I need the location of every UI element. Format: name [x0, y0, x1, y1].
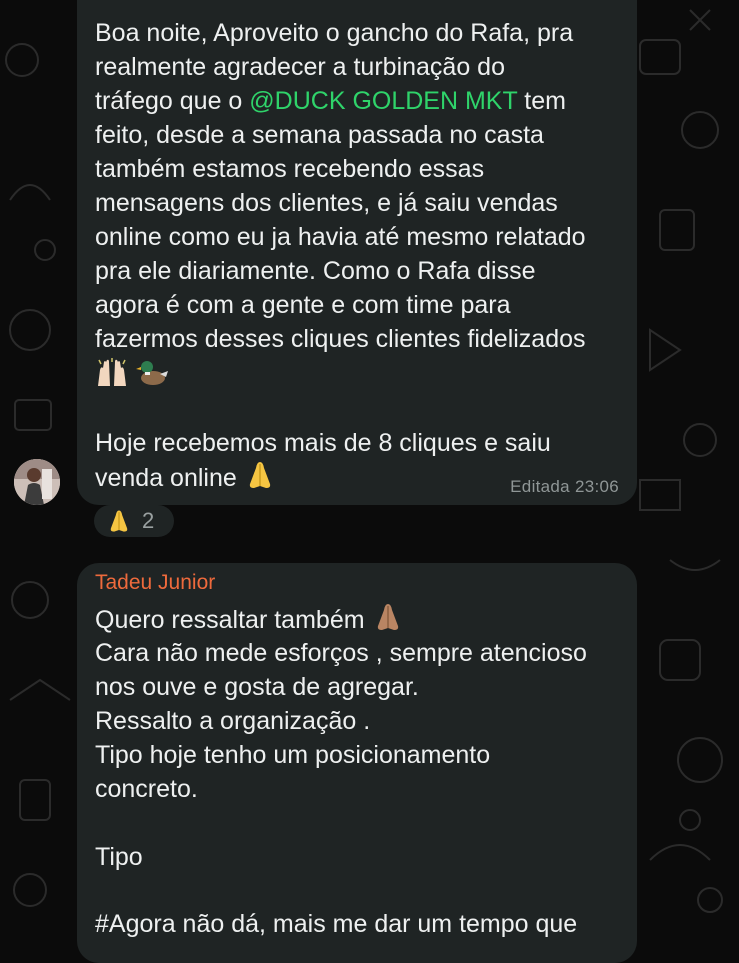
message-text-line: tráfego que o @DUCK GOLDEN MKT tem [95, 87, 566, 115]
message-text-line: realmente agradecer a turbinação do [95, 53, 505, 81]
message-text-line: Ressalto a organização . [95, 707, 371, 735]
message-bubble-incoming[interactable]: Tadeu Junior Quero ressaltar também Cara… [77, 563, 637, 963]
raising-hands-emoji-icon [98, 358, 126, 386]
message-bubble-incoming[interactable]: Boa noite, Aproveito o gancho do Rafa, p… [77, 0, 637, 505]
message-text-line: mensagens dos clientes, e já saiu vendas [95, 189, 558, 217]
message-text-line: Tipo [95, 843, 143, 871]
message-text-line: feito, desde a semana passada no casta [95, 121, 544, 149]
message-text-line: concreto. [95, 775, 198, 803]
message-text-line: Cara não mede esforços , sempre atencios… [95, 639, 587, 667]
duck-emoji-icon [135, 361, 168, 385]
sender-avatar[interactable] [14, 459, 60, 505]
message-text-line: pra ele diariamente. Como o Rafa disse [95, 257, 536, 285]
message-text-line: #Agora não dá, mais me dar um tempo que [95, 910, 578, 938]
message-timestamp: Editada 23:06 [510, 477, 619, 496]
praying-hands-emoji-icon [110, 510, 128, 532]
message-text-line: Quero ressaltar também [95, 602, 404, 637]
message-text-line: Boa noite, Aproveito o gancho do Rafa, p… [95, 19, 574, 47]
reaction-chip[interactable]: 2 [94, 505, 174, 537]
emoji-line [95, 358, 170, 393]
message-text-line: online como eu ja havia até mesmo relata… [95, 223, 586, 251]
message-text-line: Hoje recebemos mais de 8 cliques e saiu [95, 429, 551, 457]
praying-hands-emoji-icon [249, 462, 270, 488]
user-mention-link[interactable]: @DUCK GOLDEN MKT [249, 87, 517, 115]
message-text-line: nos ouve e gosta de agregar. [95, 673, 419, 701]
message-text-line: agora é com a gente e com time para [95, 291, 511, 319]
message-text-line: Tipo hoje tenho um posicionamento [95, 741, 491, 769]
message-text-line: também estamos recebendo essas [95, 155, 485, 183]
message-text-line: fazermos desses cliques clientes fideliz… [95, 325, 586, 353]
sender-name[interactable]: Tadeu Junior [95, 571, 215, 595]
reaction-count: 2 [142, 508, 155, 533]
praying-hands-emoji-icon [377, 604, 398, 630]
message-text-line: venda online [95, 460, 276, 495]
